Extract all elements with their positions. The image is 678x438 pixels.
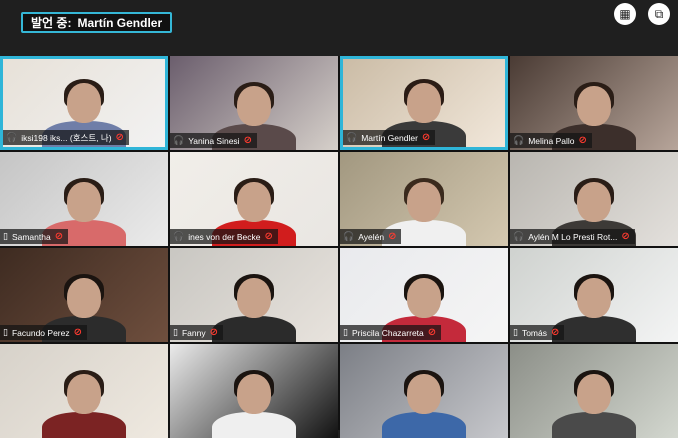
participant-tile[interactable]: 🎧 Melina Pallo ⊘	[510, 56, 678, 150]
muted-mic-icon: ⊘	[427, 326, 437, 338]
participant-tile[interactable]	[510, 344, 678, 438]
participant-name: Martín Gendler	[361, 132, 418, 143]
grid-view-icon: ▦	[619, 7, 631, 21]
participant-name-label: ▯ Tomás ⊘	[510, 325, 565, 340]
participant-silhouette	[552, 370, 636, 438]
participant-name: Yanina Sinesi	[188, 135, 240, 146]
headset-icon: 🎧	[6, 132, 18, 142]
muted-mic-icon: ⊘	[388, 230, 397, 242]
participant-silhouette	[382, 178, 466, 246]
participant-name-label: ▯ Samantha ⊘	[0, 229, 69, 244]
participant-silhouette	[212, 370, 296, 438]
participant-name-label: 🎧 Melina Pallo ⊘	[510, 133, 592, 148]
participant-name: Facundo Perez	[11, 327, 70, 338]
participant-silhouette	[42, 370, 126, 438]
participant-tile[interactable]: 🎧 Aylén M Lo Presti Rot... ⊘	[510, 152, 678, 246]
participant-name: iksi198 iks... (호스트, 나)	[21, 132, 112, 143]
participant-name-label: 🎧 iksi198 iks... (호스트, 나) ⊘	[3, 130, 129, 145]
participant-silhouette	[382, 370, 466, 438]
muted-mic-icon: ⊘	[621, 230, 630, 242]
speaking-indicator: 발언 중: Martín Gendler	[21, 12, 173, 33]
phone-icon: ▯	[3, 327, 8, 337]
muted-mic-icon: ⊘	[73, 326, 82, 338]
participant-name-label: 🎧 Aylén M Lo Presti Rot... ⊘	[510, 229, 635, 244]
participant-name-label: 🎧 Martín Gendler ⊘	[343, 130, 436, 145]
participant-name: Tomás	[521, 327, 547, 338]
participant-name: Ayelén	[358, 231, 385, 242]
muted-mic-icon: ⊘	[243, 134, 252, 146]
participant-video	[340, 344, 508, 438]
headset-icon: 🎧	[513, 135, 525, 145]
participant-name: Samantha	[11, 231, 51, 242]
muted-mic-icon: ⊘	[115, 131, 124, 143]
participant-tile[interactable]: 🎧 Yanina Sinesi ⊘	[170, 56, 338, 150]
headset-icon: 🎧	[173, 135, 185, 145]
muted-mic-icon: ⊘	[421, 131, 431, 143]
phone-icon: ▯	[173, 327, 178, 337]
participant-tile[interactable]	[340, 344, 508, 438]
participant-name-label: ▯ Priscila Chazarreta ⊘	[340, 325, 442, 340]
participant-tile[interactable]: 🎧 Martín Gendler ⊘	[340, 56, 508, 150]
participant-name: Fanny	[181, 327, 206, 338]
participant-video	[0, 344, 168, 438]
participant-tile[interactable]	[0, 344, 168, 438]
grid-view-button[interactable]: ▦	[614, 3, 636, 25]
participant-tile[interactable]: 🎧 iksi198 iks... (호스트, 나) ⊘	[0, 56, 168, 150]
participant-name: Priscila Chazarreta	[351, 327, 424, 338]
participant-name-label: 🎧 Yanina Sinesi ⊘	[170, 133, 257, 148]
participant-tile[interactable]: ▯ Tomás ⊘	[510, 248, 678, 342]
participant-name-label: 🎧 ines von der Becke ⊘	[170, 229, 278, 244]
phone-icon: ▯	[513, 327, 518, 337]
participant-silhouette	[552, 274, 636, 342]
headset-icon: 🎧	[343, 231, 355, 241]
participant-silhouette	[212, 274, 296, 342]
popout-icon: ⧉	[654, 7, 664, 21]
participant-tile[interactable]: ▯ Priscila Chazarreta ⊘	[340, 248, 508, 342]
popout-button[interactable]: ⧉	[648, 3, 670, 25]
headset-icon: 🎧	[513, 231, 525, 241]
muted-mic-icon: ⊘	[209, 326, 218, 338]
muted-mic-icon: ⊘	[578, 134, 587, 146]
participant-tile[interactable]: 🎧 Ayelén ⊘	[340, 152, 508, 246]
participant-name-label: ▯ Facundo Perez ⊘	[0, 325, 87, 340]
participant-name-label: ▯ Fanny ⊘	[170, 325, 223, 340]
headset-icon: 🎧	[173, 231, 185, 241]
phone-icon: ▯	[343, 327, 348, 337]
video-grid: 🎧 iksi198 iks... (호스트, 나) ⊘ 🎧 Yanina Sinesi ⊘…	[0, 56, 678, 438]
muted-mic-icon: ⊘	[54, 230, 64, 242]
participant-name: Melina Pallo	[528, 135, 575, 146]
muted-mic-icon: ⊘	[264, 230, 273, 242]
participant-tile[interactable]: 🎧 ines von der Becke ⊘	[170, 152, 338, 246]
speaking-name: Martín Gendler	[77, 15, 163, 30]
headset-icon: 🎧	[346, 132, 358, 142]
participant-tile[interactable]: ▯ Facundo Perez ⊘	[0, 248, 168, 342]
participant-name: Aylén M Lo Presti Rot...	[528, 231, 618, 242]
participant-video	[170, 344, 338, 438]
speaking-label: 발언 중:	[31, 16, 72, 30]
participant-video	[510, 344, 678, 438]
participant-tile[interactable]	[170, 344, 338, 438]
muted-mic-icon: ⊘	[551, 326, 560, 338]
participant-name: ines von der Becke	[188, 231, 261, 242]
participant-name-label: 🎧 Ayelén ⊘	[340, 229, 402, 244]
participant-tile[interactable]: ▯ Samantha ⊘	[0, 152, 168, 246]
participant-tile[interactable]: ▯ Fanny ⊘	[170, 248, 338, 342]
phone-icon: ▯	[3, 231, 8, 241]
